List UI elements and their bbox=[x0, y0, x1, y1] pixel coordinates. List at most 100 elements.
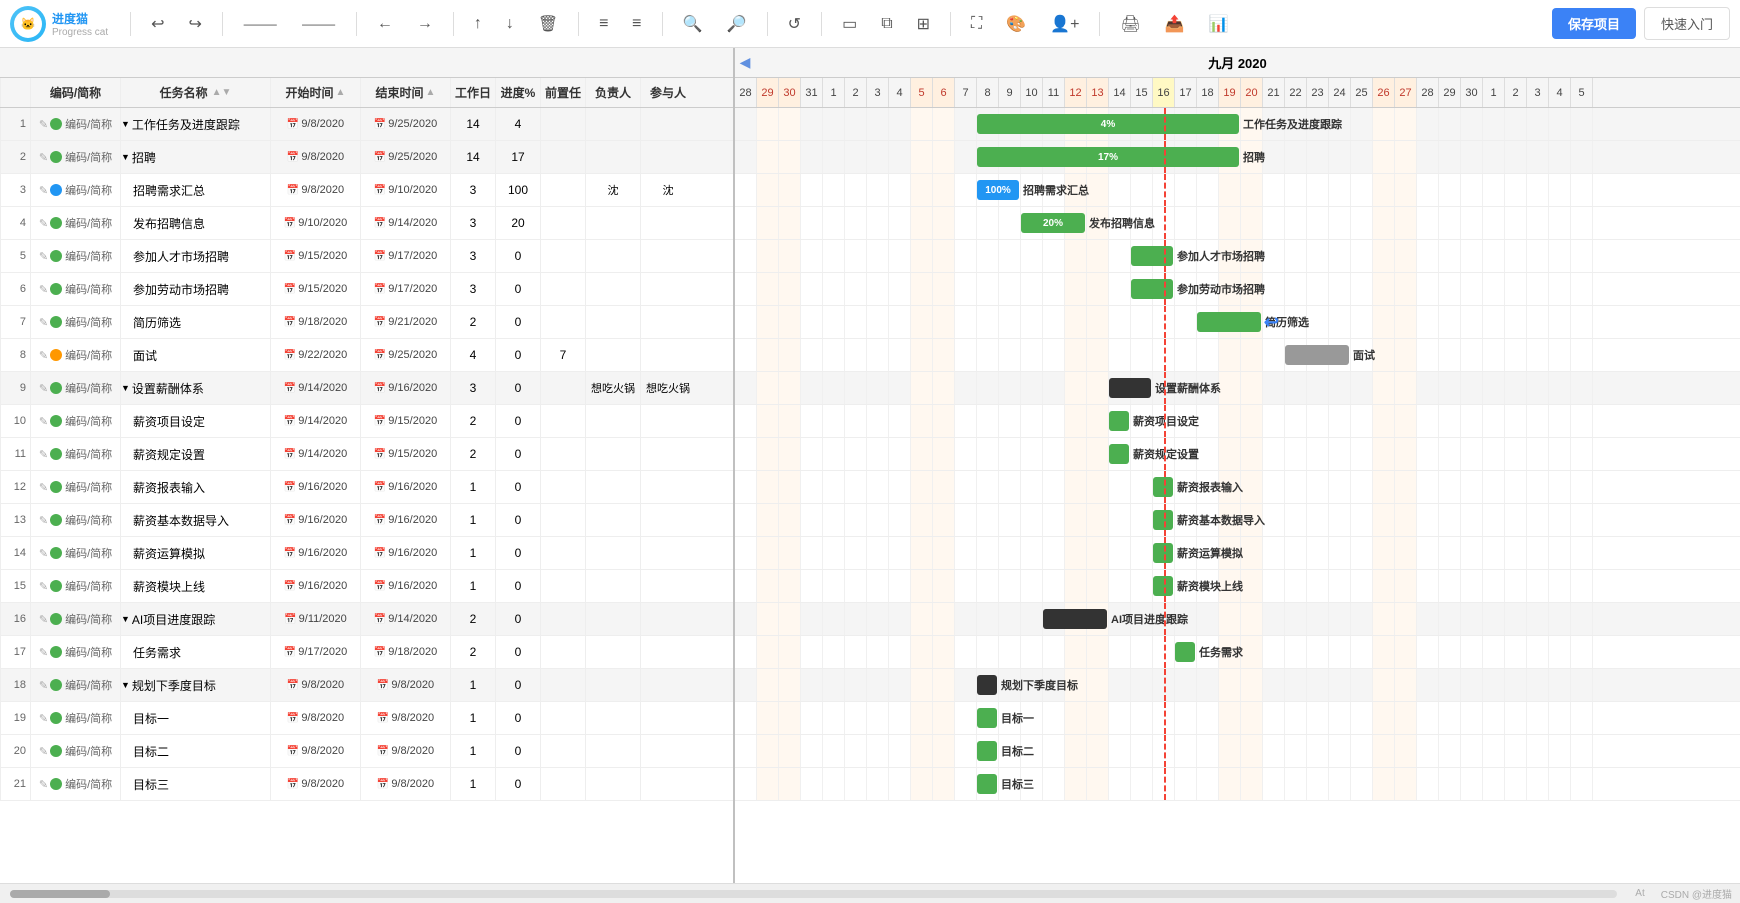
edit-icon[interactable]: ✎ bbox=[39, 283, 48, 296]
table-row[interactable]: 21 ✎ 编码/简称 目标三 📅9/8/2020 📅9/8/2020 1 0 bbox=[0, 768, 733, 801]
edit-icon[interactable]: ✎ bbox=[39, 151, 48, 164]
cell-end[interactable]: 📅9/16/2020 bbox=[360, 537, 450, 569]
cell-start[interactable]: 📅9/18/2020 bbox=[270, 306, 360, 338]
table-row[interactable]: 7 ✎ 编码/简称 简历筛选 📅9/18/2020 📅9/21/2020 2 0 bbox=[0, 306, 733, 339]
table-row[interactable]: 15 ✎ 编码/简称 薪资模块上线 📅9/16/2020 📅9/16/2020 … bbox=[0, 570, 733, 603]
edit-icon[interactable]: ✎ bbox=[39, 679, 48, 692]
cell-end[interactable]: 📅9/8/2020 bbox=[360, 768, 450, 800]
edit-icon[interactable]: ✎ bbox=[39, 316, 48, 329]
edit-icon[interactable]: ✎ bbox=[39, 646, 48, 659]
edit-icon[interactable]: ✎ bbox=[39, 217, 48, 230]
cell-start[interactable]: 📅9/8/2020 bbox=[270, 768, 360, 800]
edit-icon[interactable]: ✎ bbox=[39, 448, 48, 461]
table-row[interactable]: 18 ✎ 编码/简称 ▼ 规划下季度目标 📅9/8/2020 📅9/8/2020… bbox=[0, 669, 733, 702]
cell-start[interactable]: 📅9/14/2020 bbox=[270, 438, 360, 470]
gantt-bar[interactable]: 20%发布招聘信息 bbox=[1021, 213, 1085, 233]
cell-start[interactable]: 📅9/8/2020 bbox=[270, 735, 360, 767]
gantt-bar[interactable]: 薪资运算模拟 bbox=[1153, 543, 1173, 563]
left-scroll-thumb[interactable] bbox=[10, 890, 110, 898]
cell-end[interactable]: 📅9/8/2020 bbox=[360, 669, 450, 701]
cell-start[interactable]: 📅9/8/2020 bbox=[270, 141, 360, 173]
task-table-body[interactable]: 1 ✎ 编码/简称 ▼ 工作任务及进度跟踪 📅9/8/2020 📅9/25/20… bbox=[0, 108, 733, 883]
cell-end[interactable]: 📅9/8/2020 bbox=[360, 735, 450, 767]
palette-button[interactable]: 🎨 bbox=[998, 10, 1034, 38]
zoom-out-button[interactable]: 🔎 bbox=[719, 10, 755, 38]
edit-icon[interactable]: ✎ bbox=[39, 250, 48, 263]
edit-icon[interactable]: ✎ bbox=[39, 382, 48, 395]
gantt-bar[interactable]: 简历筛选↩ bbox=[1197, 312, 1261, 332]
gantt-bar[interactable]: AI项目进度跟踪 bbox=[1043, 609, 1107, 629]
line-button-2[interactable]: ⸻ bbox=[293, 10, 343, 38]
cell-start[interactable]: 📅9/11/2020 bbox=[270, 603, 360, 635]
gantt-bar[interactable]: 目标三 bbox=[977, 774, 997, 794]
gantt-bar[interactable]: 薪资规定设置 bbox=[1109, 444, 1129, 464]
cell-start[interactable]: 📅9/14/2020 bbox=[270, 372, 360, 404]
cell-start[interactable]: 📅9/16/2020 bbox=[270, 471, 360, 503]
edit-icon[interactable]: ✎ bbox=[39, 580, 48, 593]
gantt-bar[interactable]: 目标二 bbox=[977, 741, 997, 761]
cell-start[interactable]: 📅9/17/2020 bbox=[270, 636, 360, 668]
left-scroll-track[interactable] bbox=[10, 890, 1617, 898]
gantt-bar[interactable]: 17%招聘 bbox=[977, 147, 1239, 167]
view2-button[interactable]: ⧉ bbox=[873, 11, 900, 37]
table-row[interactable]: 12 ✎ 编码/简称 薪资报表输入 📅9/16/2020 📅9/16/2020 … bbox=[0, 471, 733, 504]
cell-end[interactable]: 📅9/14/2020 bbox=[360, 207, 450, 239]
cell-start[interactable]: 📅9/15/2020 bbox=[270, 240, 360, 272]
cell-end[interactable]: 📅9/17/2020 bbox=[360, 240, 450, 272]
table-row[interactable]: 1 ✎ 编码/简称 ▼ 工作任务及进度跟踪 📅9/8/2020 📅9/25/20… bbox=[0, 108, 733, 141]
gantt-bar[interactable]: 薪资项目设定 bbox=[1109, 411, 1129, 431]
cell-end[interactable]: 📅9/16/2020 bbox=[360, 471, 450, 503]
undo-button[interactable]: ↩ bbox=[143, 10, 172, 38]
edit-icon[interactable]: ✎ bbox=[39, 712, 48, 725]
table-row[interactable]: 20 ✎ 编码/简称 目标二 📅9/8/2020 📅9/8/2020 1 0 bbox=[0, 735, 733, 768]
cell-start[interactable]: 📅9/8/2020 bbox=[270, 174, 360, 206]
edit-icon[interactable]: ✎ bbox=[39, 481, 48, 494]
cell-end[interactable]: 📅9/25/2020 bbox=[360, 141, 450, 173]
align-left-button[interactable]: ≡ bbox=[591, 11, 616, 37]
gantt-bar[interactable]: 面试 bbox=[1285, 345, 1349, 365]
align-right-button[interactable]: ≡ bbox=[624, 11, 649, 37]
table-row[interactable]: 3 ✎ 编码/简称 招聘需求汇总 📅9/8/2020 📅9/10/2020 3 … bbox=[0, 174, 733, 207]
table-row[interactable]: 4 ✎ 编码/简称 发布招聘信息 📅9/10/2020 📅9/14/2020 3… bbox=[0, 207, 733, 240]
edit-icon[interactable]: ✎ bbox=[39, 514, 48, 527]
table-row[interactable]: 9 ✎ 编码/简称 ▼ 设置薪酬体系 📅9/14/2020 📅9/16/2020… bbox=[0, 372, 733, 405]
cell-start[interactable]: 📅9/14/2020 bbox=[270, 405, 360, 437]
move-right-button[interactable]: → bbox=[409, 11, 441, 37]
fullscreen-button[interactable]: ⛶ bbox=[963, 11, 990, 37]
move-down-button[interactable]: ↓ bbox=[498, 11, 522, 37]
edit-icon[interactable]: ✎ bbox=[39, 415, 48, 428]
gantt-bar[interactable]: 目标一 bbox=[977, 708, 997, 728]
cell-end[interactable]: 📅9/21/2020 bbox=[360, 306, 450, 338]
cell-start[interactable]: 📅9/10/2020 bbox=[270, 207, 360, 239]
gantt-bar[interactable]: 参加劳动市场招聘 bbox=[1131, 279, 1173, 299]
table-row[interactable]: 2 ✎ 编码/简称 ▼ 招聘 📅9/8/2020 📅9/25/2020 14 1… bbox=[0, 141, 733, 174]
move-up-button[interactable]: ↑ bbox=[466, 11, 490, 37]
gantt-bar[interactable]: 设置薪酬体系 bbox=[1109, 378, 1151, 398]
user-plus-button[interactable]: 👤+ bbox=[1042, 10, 1087, 38]
table-row[interactable]: 19 ✎ 编码/简称 目标一 📅9/8/2020 📅9/8/2020 1 0 bbox=[0, 702, 733, 735]
zoom-in-button[interactable]: 🔍 bbox=[675, 10, 711, 38]
cell-start[interactable]: 📅9/8/2020 bbox=[270, 702, 360, 734]
table-row[interactable]: 8 ✎ 编码/简称 面试 📅9/22/2020 📅9/25/2020 4 0 7 bbox=[0, 339, 733, 372]
line-button-1[interactable]: ⸻ bbox=[235, 10, 285, 38]
cell-end[interactable]: 📅9/25/2020 bbox=[360, 108, 450, 140]
edit-icon[interactable]: ✎ bbox=[39, 184, 48, 197]
table-row[interactable]: 6 ✎ 编码/简称 参加劳动市场招聘 📅9/15/2020 📅9/17/2020… bbox=[0, 273, 733, 306]
table-row[interactable]: 16 ✎ 编码/简称 ▼ AI项目进度跟踪 📅9/11/2020 📅9/14/2… bbox=[0, 603, 733, 636]
edit-icon[interactable]: ✎ bbox=[39, 349, 48, 362]
gantt-bar[interactable]: 100%招聘需求汇总 bbox=[977, 180, 1019, 200]
table-row[interactable]: 10 ✎ 编码/简称 薪资项目设定 📅9/14/2020 📅9/15/2020 … bbox=[0, 405, 733, 438]
cell-end[interactable]: 📅9/18/2020 bbox=[360, 636, 450, 668]
edit-icon[interactable]: ✎ bbox=[39, 613, 48, 626]
table-row[interactable]: 5 ✎ 编码/简称 参加人才市场招聘 📅9/15/2020 📅9/17/2020… bbox=[0, 240, 733, 273]
cell-start[interactable]: 📅9/16/2020 bbox=[270, 537, 360, 569]
edit-icon[interactable]: ✎ bbox=[39, 778, 48, 791]
gantt-nav-left[interactable]: ◀ bbox=[735, 48, 755, 77]
refresh-button[interactable]: ↺ bbox=[780, 10, 809, 38]
view1-button[interactable]: ▭ bbox=[834, 10, 865, 38]
cell-end[interactable]: 📅9/17/2020 bbox=[360, 273, 450, 305]
cell-end[interactable]: 📅9/16/2020 bbox=[360, 504, 450, 536]
view3-button[interactable]: ⊞ bbox=[909, 10, 938, 38]
gantt-bar[interactable]: 4%工作任务及进度跟踪 bbox=[977, 114, 1239, 134]
table-row[interactable]: 13 ✎ 编码/简称 薪资基本数据导入 📅9/16/2020 📅9/16/202… bbox=[0, 504, 733, 537]
